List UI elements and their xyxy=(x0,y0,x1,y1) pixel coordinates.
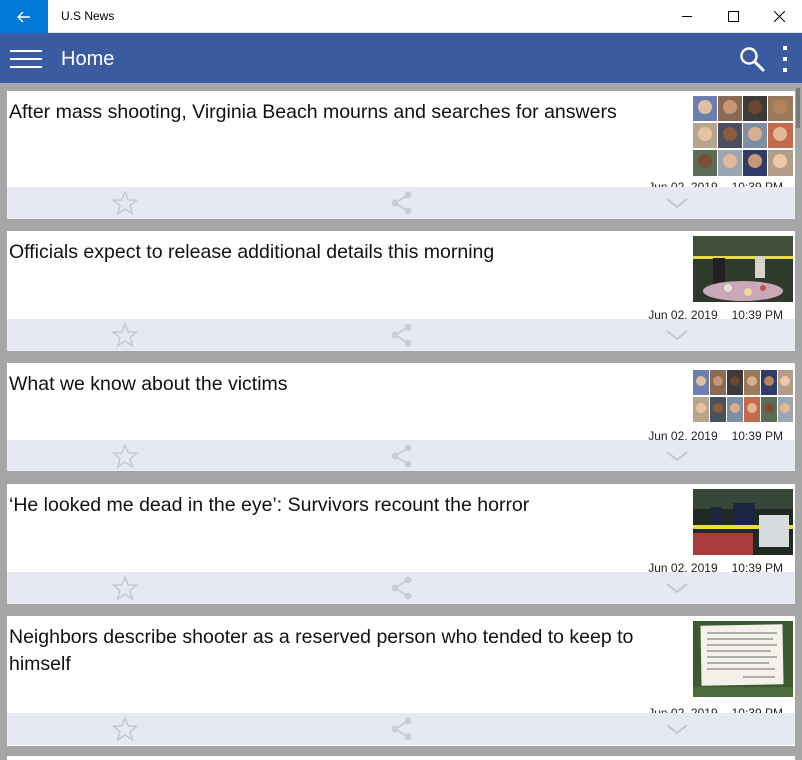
minimize-button[interactable] xyxy=(664,0,710,33)
close-button[interactable] xyxy=(756,0,802,33)
victims-photo-grid xyxy=(693,96,793,176)
article-actions xyxy=(7,713,795,745)
maximize-button[interactable] xyxy=(710,0,756,33)
chevron-down-icon[interactable] xyxy=(663,719,691,739)
article-card[interactable] xyxy=(7,756,795,760)
memorial-photo xyxy=(693,236,793,302)
article-thumbnail[interactable] xyxy=(693,96,793,176)
victims-photo-grid xyxy=(693,370,793,422)
chevron-down-icon[interactable] xyxy=(663,193,691,213)
hamburger-icon[interactable] xyxy=(10,50,42,68)
article-card[interactable]: What we know about the victims Jun 02, 2… xyxy=(7,363,795,471)
article-card[interactable]: Neighbors describe shooter as a reserved… xyxy=(7,616,795,746)
minimize-icon xyxy=(681,16,692,17)
app-header: Home xyxy=(0,33,802,83)
crime-scene-photo xyxy=(693,489,793,555)
chevron-down-icon[interactable] xyxy=(663,578,691,598)
article-thumbnail[interactable] xyxy=(693,621,793,697)
chevron-down-icon[interactable] xyxy=(663,446,691,466)
article-card[interactable]: Officials expect to release additional d… xyxy=(7,231,795,351)
share-icon[interactable] xyxy=(388,575,416,601)
article-card[interactable]: ‘He looked me dead in the eye’: Survivor… xyxy=(7,484,795,604)
handwritten-sign-photo xyxy=(693,621,793,697)
star-icon[interactable] xyxy=(111,322,139,348)
star-icon[interactable] xyxy=(111,443,139,469)
article-title[interactable]: Neighbors describe shooter as a reserved… xyxy=(9,624,681,678)
chevron-down-icon[interactable] xyxy=(663,325,691,345)
article-title[interactable]: After mass shooting, Virginia Beach mour… xyxy=(9,99,681,126)
more-vertical-icon[interactable] xyxy=(778,46,792,72)
share-icon[interactable] xyxy=(388,716,416,742)
share-icon[interactable] xyxy=(388,190,416,216)
search-button[interactable] xyxy=(738,45,766,73)
article-title[interactable]: ‘He looked me dead in the eye’: Survivor… xyxy=(9,492,681,519)
article-thumbnail[interactable] xyxy=(693,489,793,555)
page-title: Home xyxy=(61,48,115,70)
back-button[interactable] xyxy=(0,0,48,33)
article-actions xyxy=(7,187,795,219)
star-icon[interactable] xyxy=(111,575,139,601)
article-actions xyxy=(7,572,795,604)
star-icon[interactable] xyxy=(111,190,139,216)
maximize-icon xyxy=(727,11,739,22)
article-card[interactable]: After mass shooting, Virginia Beach mour… xyxy=(7,91,795,219)
close-icon xyxy=(773,11,785,22)
window-title: U.S News xyxy=(61,9,115,23)
article-actions xyxy=(7,319,795,351)
article-title[interactable]: What we know about the victims xyxy=(9,371,681,398)
article-thumbnail[interactable] xyxy=(693,236,793,302)
article-title[interactable]: Officials expect to release additional d… xyxy=(9,239,681,266)
share-icon[interactable] xyxy=(388,443,416,469)
share-icon[interactable] xyxy=(388,322,416,348)
article-thumbnail[interactable] xyxy=(693,370,793,422)
star-icon[interactable] xyxy=(111,716,139,742)
article-actions xyxy=(7,440,795,471)
article-feed[interactable]: After mass shooting, Virginia Beach mour… xyxy=(0,83,802,760)
back-arrow-icon xyxy=(17,11,30,22)
search-icon xyxy=(740,47,765,72)
scrollbar[interactable] xyxy=(796,88,800,128)
title-bar: U.S News xyxy=(0,0,802,33)
